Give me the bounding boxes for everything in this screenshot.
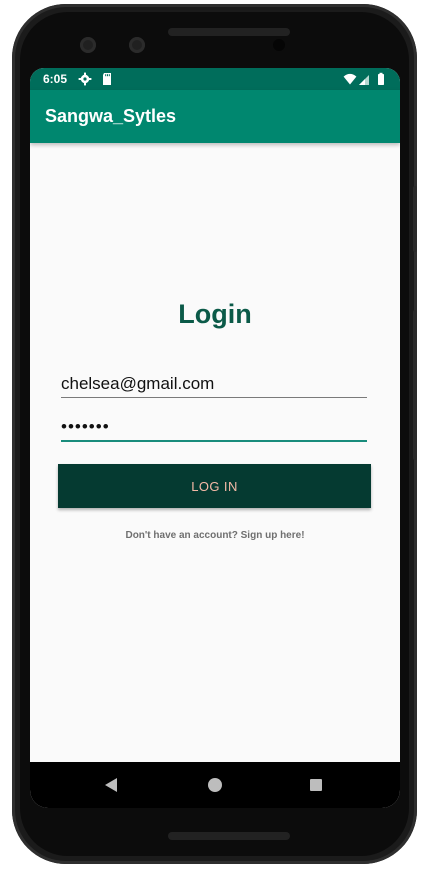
gear-icon	[78, 72, 92, 86]
navigation-bar	[30, 762, 400, 808]
power-button	[413, 310, 417, 460]
recents-icon[interactable]	[310, 779, 322, 791]
login-heading: Login	[178, 299, 252, 329]
app-title: Sangwa_Sytles	[45, 106, 177, 126]
app-bar: Sangwa_Sytles	[30, 90, 400, 143]
battery-icon	[378, 72, 384, 85]
signal-icon	[359, 75, 369, 85]
proximity-sensor-icon	[273, 39, 285, 51]
screen: 6:05 Sangwa_Sytles Login chelsea@gmail.c…	[30, 68, 400, 808]
home-icon[interactable]	[208, 778, 222, 792]
wifi-icon	[343, 73, 357, 85]
front-sensor-icon	[129, 37, 145, 53]
back-icon[interactable]	[105, 778, 117, 792]
status-time: 6:05	[43, 72, 68, 86]
volume-button	[413, 186, 417, 252]
earpiece-speaker	[168, 28, 290, 36]
email-field[interactable]	[61, 371, 367, 398]
status-bar: 6:05	[30, 68, 400, 90]
password-field[interactable]: •••••••	[61, 414, 367, 442]
login-button[interactable]: LOG IN	[58, 464, 371, 508]
bottom-speaker	[168, 832, 290, 840]
signup-link[interactable]: Don't have an account? Sign up here!	[30, 530, 400, 541]
front-camera-icon	[80, 37, 96, 53]
sd-card-icon	[103, 73, 111, 85]
